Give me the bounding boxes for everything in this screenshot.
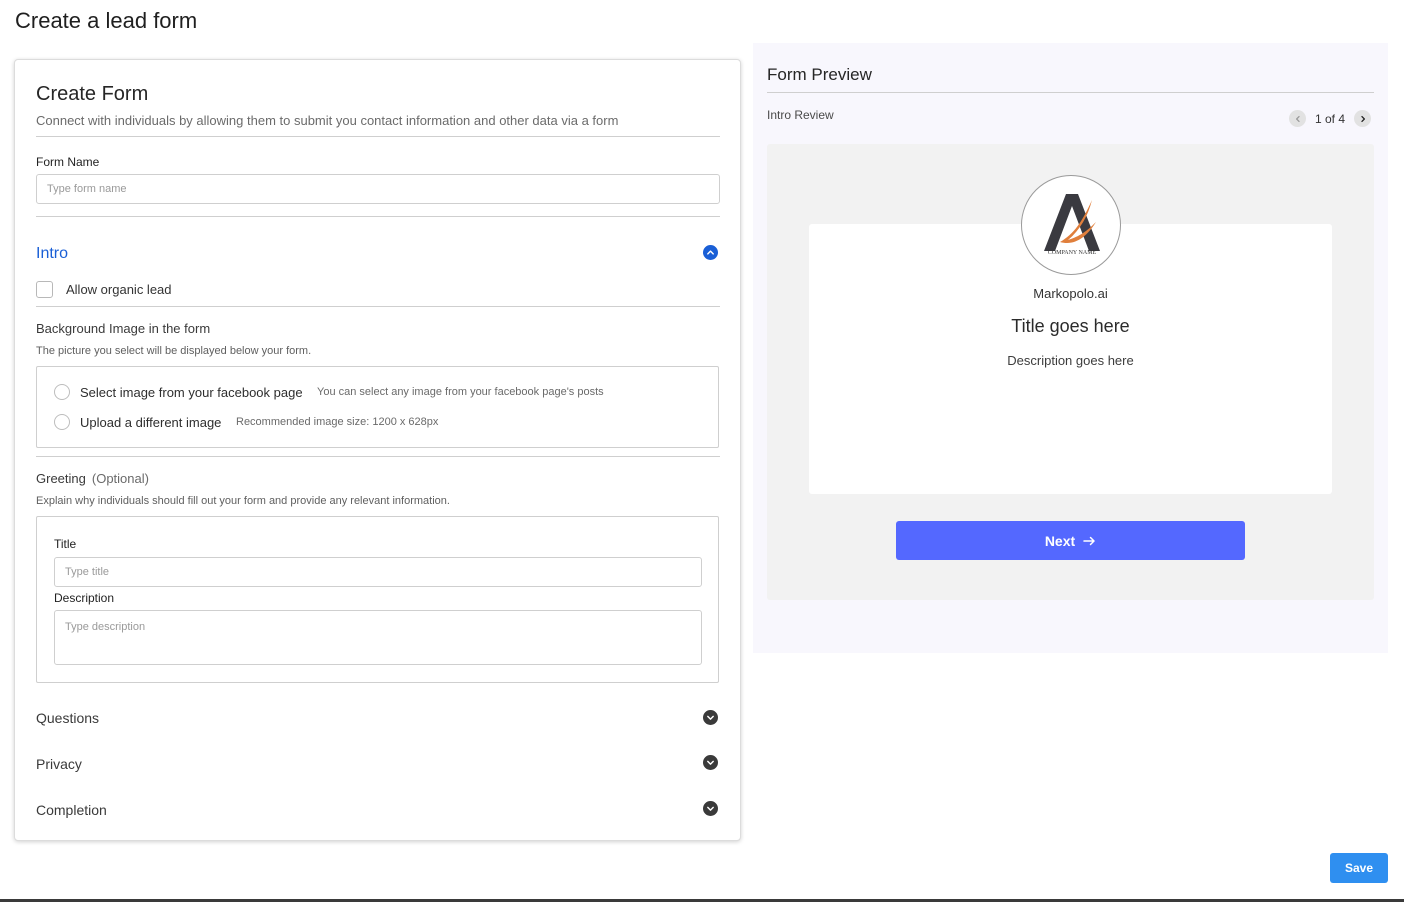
divider xyxy=(36,456,720,457)
background-image-helper: The picture you select will be displayed… xyxy=(36,345,312,357)
background-image-label: Background Image in the form xyxy=(36,321,211,336)
radio-facebook-image[interactable] xyxy=(54,384,70,400)
form-name-label: Form Name xyxy=(36,155,100,169)
page-title: Create a lead form xyxy=(15,8,198,33)
preview-step-label: Intro Review xyxy=(767,108,834,122)
preview-card-title: Title goes here xyxy=(1011,316,1130,336)
greeting-label: Greeting (Optional) xyxy=(36,471,149,486)
divider xyxy=(36,216,720,217)
company-logo: COMPANY NAME xyxy=(1021,175,1121,275)
section-completion[interactable]: Completion xyxy=(36,802,107,818)
title-label: Title xyxy=(54,537,77,551)
option-hint: You can select any image from your faceb… xyxy=(317,386,604,398)
arrow-right-icon xyxy=(1083,533,1096,549)
background-options: Select image from your facebook page You… xyxy=(36,366,719,448)
greeting-description-input[interactable] xyxy=(54,610,702,665)
form-preview-panel: Form Preview Intro Review 1 of 4 COMPANY… xyxy=(753,43,1388,653)
chevron-down-icon[interactable] xyxy=(703,801,718,816)
card-subtitle: Connect with individuals by allowing the… xyxy=(36,113,619,128)
save-button[interactable]: Save xyxy=(1330,853,1388,883)
chevron-left-icon[interactable] xyxy=(1289,110,1306,127)
chevron-down-icon[interactable] xyxy=(703,710,718,725)
preview-pager: 1 of 4 xyxy=(1289,110,1372,127)
greeting-title-input[interactable] xyxy=(54,557,702,587)
chevron-up-icon[interactable] xyxy=(703,245,718,260)
intro-section-title[interactable]: Intro xyxy=(36,245,68,263)
option-label: Upload a different image xyxy=(80,415,222,430)
create-form-card: Create Form Connect with individuals by … xyxy=(14,59,741,841)
preview-title: Form Preview xyxy=(767,65,872,84)
preview-card-description: Description goes here xyxy=(1007,353,1134,368)
divider xyxy=(36,136,720,137)
preview-stage: COMPANY NAME Markopolo.ai Title goes her… xyxy=(767,144,1374,600)
pager-text: 1 of 4 xyxy=(1315,111,1346,126)
allow-organic-label: Allow organic lead xyxy=(66,282,172,297)
section-privacy[interactable]: Privacy xyxy=(36,756,82,772)
description-label: Description xyxy=(54,591,115,605)
divider xyxy=(767,92,1374,93)
preview-company-name: Markopolo.ai xyxy=(1033,286,1108,301)
logo-text: COMPANY NAME xyxy=(1048,250,1097,256)
greeting-label-text: Greeting xyxy=(36,471,86,486)
radio-upload-image[interactable] xyxy=(54,414,70,430)
next-button-label: Next xyxy=(1044,532,1076,549)
optional-tag: (Optional) xyxy=(91,471,149,486)
greeting-helper: Explain why individuals should fill out … xyxy=(36,495,450,507)
chevron-down-icon[interactable] xyxy=(703,755,718,770)
option-hint: Recommended image size: 1200 x 628px xyxy=(236,416,439,428)
chevron-right-icon[interactable] xyxy=(1354,110,1372,127)
section-questions[interactable]: Questions xyxy=(36,710,99,726)
option-label: Select image from your facebook page xyxy=(80,385,303,400)
allow-organic-checkbox[interactable] xyxy=(36,281,53,298)
form-name-input[interactable] xyxy=(36,174,720,204)
next-button[interactable]: Next xyxy=(896,521,1245,560)
greeting-box: Title Description xyxy=(36,516,719,683)
card-heading: Create Form xyxy=(36,83,149,105)
divider xyxy=(36,306,720,307)
